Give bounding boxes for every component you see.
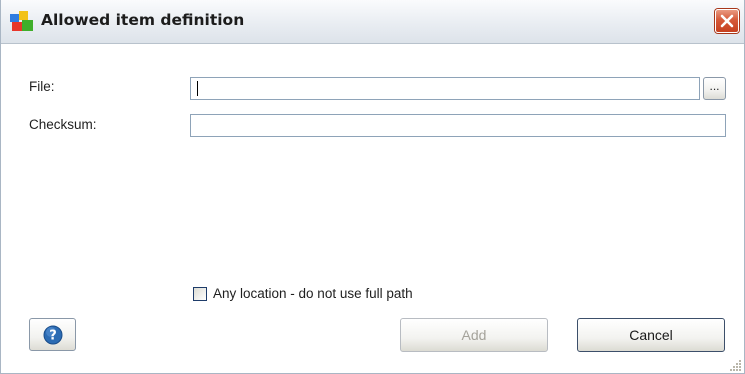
help-icon: ? [43,325,63,345]
window-title: Allowed item definition [41,11,245,29]
add-button[interactable]: Add [400,318,548,352]
help-button[interactable]: ? [29,318,76,351]
close-button[interactable] [715,9,739,33]
cancel-button[interactable]: Cancel [577,318,725,352]
title-bar[interactable]: Allowed item definition [1,0,744,44]
checksum-label: Checksum: [29,117,97,132]
svg-text:?: ? [49,329,57,344]
dialog-window: Allowed item definition File: ... Checks… [0,0,745,374]
any-location-label[interactable]: Any location - do not use full path [213,286,413,301]
text-caret [197,81,198,96]
checksum-input[interactable] [190,114,726,137]
close-icon [720,14,734,28]
browse-button[interactable]: ... [703,77,726,100]
any-location-checkbox[interactable] [193,287,207,301]
file-label: File: [29,79,55,94]
file-input[interactable] [190,77,700,100]
resize-grip-icon[interactable] [730,359,742,371]
app-logo-icon [10,11,33,31]
